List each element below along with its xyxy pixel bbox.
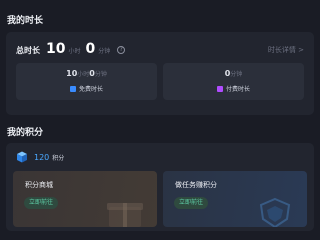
hours-unit: 小时 bbox=[68, 48, 81, 55]
total-hours-value: 10 bbox=[46, 41, 66, 57]
points-mall-card[interactable]: 积分商城 立即前往 bbox=[13, 171, 157, 227]
time-card: 总时长 10 小时 0 分钟 ? 时长详情 > 10小时0分钟 免费时长 0分钟… bbox=[6, 32, 314, 115]
points-section-title: 我的积分 bbox=[7, 128, 44, 138]
shield-icon bbox=[259, 197, 291, 227]
cube-icon bbox=[17, 151, 27, 163]
total-minutes-value: 0 bbox=[85, 41, 96, 57]
points-mall-title: 积分商城 bbox=[25, 181, 53, 189]
help-icon[interactable]: ? bbox=[117, 46, 126, 54]
total-time-label: 总时长 bbox=[16, 46, 40, 55]
free-time-label: 免费时长 bbox=[78, 86, 103, 93]
paid-time-label: 付费时长 bbox=[225, 86, 250, 93]
paid-time-value: 0分钟 bbox=[224, 69, 243, 78]
earn-points-go-button[interactable]: 立即前往 bbox=[174, 197, 209, 209]
total-time-row: 总时长 10 小时 0 分钟 ? bbox=[16, 41, 126, 57]
points-value: 120 bbox=[34, 152, 50, 162]
points-card: 120 积分 积分商城 立即前往 做任务赚积分 立即前往 bbox=[6, 143, 314, 231]
paid-tag-icon bbox=[216, 85, 223, 92]
free-tag-icon bbox=[69, 85, 76, 92]
earn-points-title: 做任务赚积分 bbox=[175, 181, 217, 189]
earn-points-card[interactable]: 做任务赚积分 立即前往 bbox=[163, 171, 307, 227]
paid-time-card: 0分钟 付费时长 bbox=[163, 63, 304, 100]
points-row: 120 积分 bbox=[16, 151, 64, 163]
free-time-card: 10小时0分钟 免费时长 bbox=[16, 63, 157, 100]
minutes-unit: 分钟 bbox=[98, 48, 111, 55]
gift-box-icon bbox=[107, 203, 143, 227]
time-section-title: 我的时长 bbox=[7, 16, 44, 26]
time-detail-link[interactable]: 时长详情 > bbox=[268, 45, 304, 55]
points-mall-go-button[interactable]: 立即前往 bbox=[24, 197, 59, 209]
points-unit: 积分 bbox=[52, 154, 65, 162]
free-time-value: 10小时0分钟 bbox=[66, 69, 107, 78]
